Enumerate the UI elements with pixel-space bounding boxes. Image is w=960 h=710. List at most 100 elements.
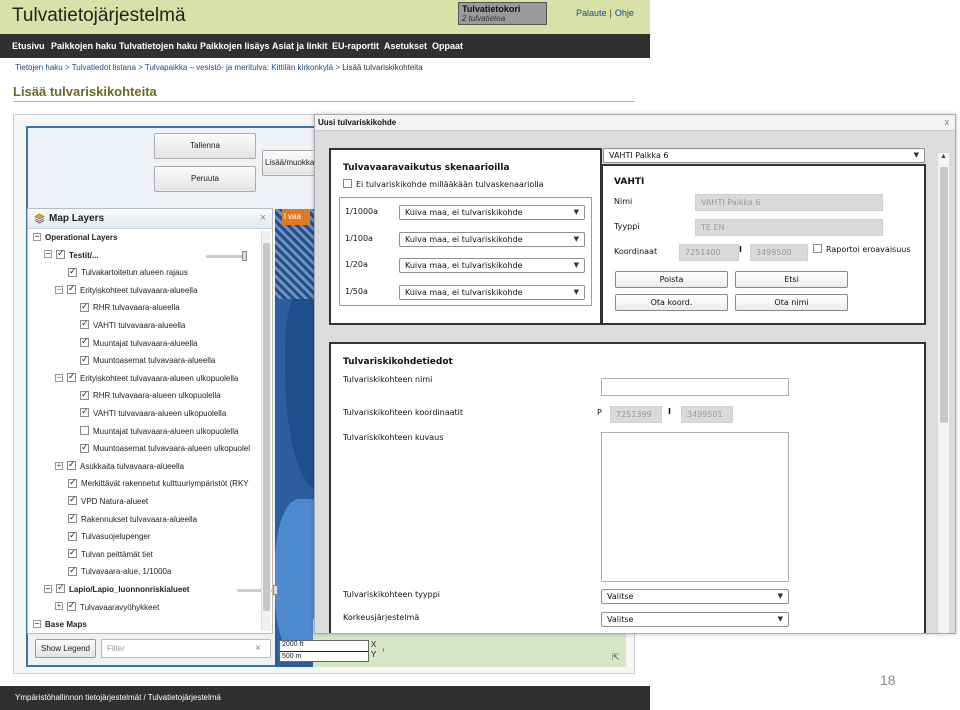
- dialog-scrollbar[interactable]: ▲ ▼: [937, 153, 949, 633]
- resize-icon[interactable]: ⇱: [612, 652, 620, 663]
- layer-checkbox[interactable]: [68, 565, 77, 577]
- scrollbar-thumb[interactable]: [940, 167, 948, 423]
- help-link[interactable]: Ohje: [615, 8, 634, 18]
- layer-checkbox[interactable]: [68, 512, 77, 524]
- layer-checkbox[interactable]: [56, 248, 65, 260]
- layer-checkbox[interactable]: [80, 406, 89, 418]
- place-type-field[interactable]: TE EN: [695, 219, 883, 236]
- save-button[interactable]: Tallenna: [154, 133, 256, 159]
- place-select[interactable]: VAHTI Paikka 6 ▼: [603, 148, 925, 163]
- layer-row[interactable]: Merkittävät rakennetut kulttuuriympärist…: [68, 477, 249, 492]
- scenario-select[interactable]: Kuiva maa, ei tulvariskikohde ▼: [399, 232, 585, 247]
- breadcrumb-link[interactable]: Tulvatiedot listana: [72, 63, 136, 72]
- layer-checkbox[interactable]: [67, 459, 76, 471]
- site-type-select[interactable]: Valitse ▼: [601, 589, 789, 604]
- layer-checkbox[interactable]: [80, 354, 89, 366]
- breadcrumb-link[interactable]: Tietojen haku: [15, 63, 63, 72]
- collapse-icon[interactable]: −: [55, 373, 63, 382]
- take-coords-button[interactable]: Ota koord.: [615, 294, 728, 311]
- layer-checkbox[interactable]: [67, 600, 76, 612]
- nav-item-flood-info-search[interactable]: Tulvatietojen haku: [119, 41, 197, 51]
- layer-row[interactable]: RHR tulvavaara-alueella: [80, 301, 180, 316]
- layer-row[interactable]: Muuntajat tulvavaara-alueella: [80, 336, 198, 352]
- layer-row[interactable]: Muuntoasemat tulvavaara-alueen ulkopuole…: [80, 442, 250, 457]
- layer-row[interactable]: − Testit/...: [44, 248, 99, 264]
- nav-item-add-places[interactable]: Paikkojen lisäys: [200, 41, 270, 51]
- layer-checkbox[interactable]: [80, 425, 89, 435]
- layer-row[interactable]: Muuntoasemat tulvavaara-alueella: [80, 354, 215, 369]
- collapse-icon[interactable]: −: [33, 620, 41, 629]
- place-name-field[interactable]: VAHTI Paikka 6: [695, 194, 883, 211]
- delete-button[interactable]: Poista: [615, 271, 728, 288]
- layer-checkbox[interactable]: [68, 477, 77, 489]
- chevron-right-icon[interactable]: ›: [382, 645, 385, 654]
- close-icon[interactable]: ×: [260, 212, 266, 224]
- layer-checkbox[interactable]: [68, 530, 77, 542]
- collapse-icon[interactable]: −: [33, 232, 41, 241]
- opacity-slider[interactable]: [206, 250, 247, 261]
- layer-row[interactable]: Muuntajat tulvavaara-alueen ulkopuolella: [80, 425, 238, 440]
- scenario-select[interactable]: Kuiva maa, ei tulvariskikohde ▼: [399, 258, 585, 273]
- site-i-field[interactable]: 3499501: [681, 406, 733, 423]
- layer-row[interactable]: − Erityiskohteet tulvavaara-alueen ulkopu…: [55, 371, 238, 387]
- nav-item-place-search[interactable]: Paikkojen haku: [51, 41, 117, 51]
- search-button[interactable]: Etsi: [735, 271, 848, 288]
- take-name-button[interactable]: Ota nimi: [735, 294, 848, 311]
- add-edit-button[interactable]: Lisää/muokka: [262, 150, 322, 176]
- layer-checkbox[interactable]: [80, 336, 89, 348]
- layer-row[interactable]: Tulvakartoitetun alueen rajaus: [68, 266, 188, 281]
- no-scenario-checkbox[interactable]: [343, 179, 352, 188]
- site-p-field[interactable]: 7251399: [610, 406, 662, 423]
- nav-item-guides[interactable]: Oppaat: [432, 41, 463, 51]
- layer-row[interactable]: Rakennukset tulvavaara-alueella: [68, 512, 197, 528]
- clear-icon[interactable]: ×: [255, 643, 261, 654]
- layer-row[interactable]: VAHTI tulvavaara-alueella: [80, 318, 185, 334]
- collapse-icon[interactable]: −: [55, 285, 63, 294]
- nav-item-eu-reports[interactable]: EU-raportit: [332, 41, 379, 51]
- layer-row[interactable]: RHR tulvavaara-alueen ulkopuolella: [80, 389, 221, 404]
- collapse-icon[interactable]: −: [44, 250, 52, 259]
- expand-icon[interactable]: +: [55, 602, 63, 611]
- nav-item-topics-links[interactable]: Asiat ja linkit: [272, 41, 328, 51]
- layer-checkbox[interactable]: [68, 547, 77, 559]
- layer-row[interactable]: + Asukkaita tulvavaara-alueella: [55, 459, 184, 475]
- place-i-field[interactable]: 3499500: [750, 244, 808, 261]
- chevron-up-icon[interactable]: ▲: [940, 153, 947, 160]
- layer-row[interactable]: − Erityiskohteet tulvavaara-alueella: [55, 283, 197, 299]
- opacity-slider[interactable]: [237, 585, 278, 595]
- layer-checkbox[interactable]: [56, 582, 65, 594]
- layer-checkbox[interactable]: [80, 442, 89, 454]
- site-description-textarea[interactable]: [601, 432, 789, 582]
- scenario-select[interactable]: Kuiva maa, ei tulvariskikohde ▼: [399, 205, 585, 220]
- layer-row[interactable]: + Tulvavaaravyöhykkeet: [55, 600, 159, 616]
- layer-row[interactable]: VPD Natura-alueet: [68, 494, 148, 510]
- layers-scrollbar[interactable]: [261, 231, 271, 631]
- layer-checkbox[interactable]: [67, 371, 76, 383]
- site-name-input[interactable]: [601, 378, 789, 396]
- show-legend-button[interactable]: Show Legend: [35, 639, 96, 658]
- layer-row[interactable]: − Base Maps: [33, 619, 87, 633]
- layer-checkbox[interactable]: [80, 389, 89, 401]
- layer-row[interactable]: − Lapio/Lapio_luonnonriskialueet: [44, 582, 189, 598]
- cancel-button[interactable]: Peruuta: [154, 166, 256, 192]
- layer-checkbox[interactable]: [67, 283, 76, 295]
- layer-row[interactable]: Tulvasuojelupenger: [68, 530, 151, 545]
- layer-row[interactable]: − Operational Layers: [33, 232, 117, 246]
- scrollbar-thumb[interactable]: [263, 243, 270, 611]
- breadcrumb-link[interactable]: Tulvapaikka – vesistö- ja meritulva: Kit…: [145, 63, 333, 72]
- nav-item-home[interactable]: Etusivu: [12, 41, 45, 51]
- nav-item-settings[interactable]: Asetukset: [384, 41, 427, 51]
- slider-handle[interactable]: [273, 585, 278, 595]
- map-tab-label[interactable]: l vaa: [282, 209, 310, 225]
- height-system-select[interactable]: Valitse ▼: [601, 612, 789, 627]
- layer-checkbox[interactable]: [80, 318, 89, 330]
- layer-checkbox[interactable]: [68, 494, 77, 506]
- layer-row[interactable]: Tulvan peittämät tiet: [68, 547, 153, 563]
- slider-handle[interactable]: [242, 250, 247, 261]
- close-icon[interactable]: x: [945, 117, 950, 127]
- report-difference-checkbox[interactable]: [813, 244, 822, 253]
- flood-info-basket[interactable]: Tulvatietokori 2 tulvatietoa: [458, 2, 547, 25]
- expand-icon[interactable]: +: [55, 461, 63, 470]
- place-p-field[interactable]: 7251400: [679, 244, 739, 261]
- layer-filter-input[interactable]: [101, 639, 271, 658]
